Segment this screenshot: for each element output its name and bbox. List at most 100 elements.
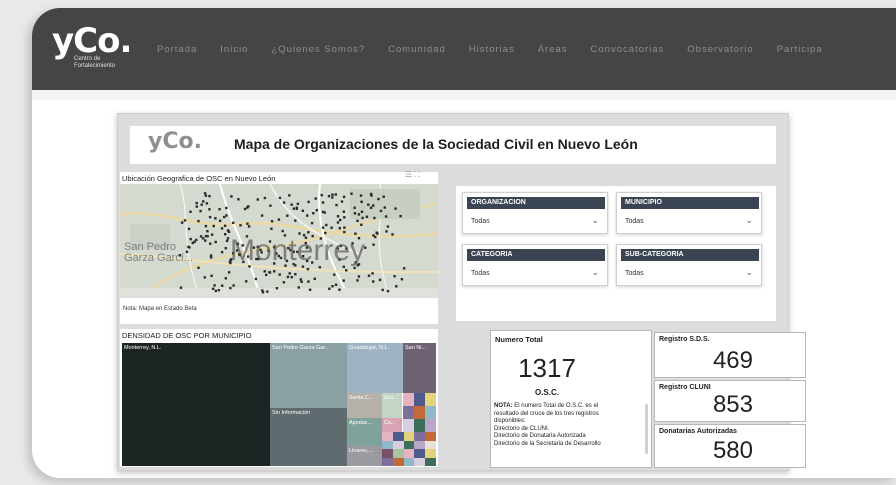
osc-location-marker[interactable]	[270, 220, 274, 223]
osc-location-marker[interactable]	[203, 192, 207, 195]
osc-location-marker[interactable]	[273, 270, 276, 273]
osc-location-marker[interactable]	[307, 280, 310, 283]
osc-location-marker[interactable]	[299, 278, 302, 281]
osc-location-marker[interactable]	[356, 279, 359, 282]
osc-location-marker[interactable]	[292, 207, 295, 210]
osc-location-marker[interactable]	[353, 212, 357, 215]
osc-location-marker[interactable]	[369, 206, 373, 209]
osc-location-marker[interactable]	[209, 242, 212, 245]
treemap-small-tile[interactable]	[414, 449, 426, 458]
filter-municipio[interactable]: MUNICIPIO Todas ⌄	[616, 192, 762, 234]
osc-location-marker[interactable]	[307, 200, 310, 204]
osc-location-marker[interactable]	[308, 288, 312, 291]
osc-location-marker[interactable]	[372, 280, 375, 283]
osc-location-marker[interactable]	[218, 208, 221, 211]
osc-location-marker[interactable]	[343, 216, 346, 219]
osc-location-marker[interactable]	[321, 201, 325, 204]
filter-subcategoria[interactable]: SUB-CATEGORIA Todas ⌄	[616, 244, 762, 286]
treemap-tile[interactable]: Ca...	[382, 418, 402, 432]
treemap-small-tile[interactable]	[414, 440, 426, 449]
osc-location-marker[interactable]	[205, 202, 209, 205]
osc-location-marker[interactable]	[245, 280, 248, 283]
osc-location-marker[interactable]	[301, 209, 304, 212]
osc-location-marker[interactable]	[208, 194, 211, 198]
osc-location-marker[interactable]	[325, 223, 328, 227]
osc-location-marker[interactable]	[391, 233, 394, 236]
treemap-small-tile[interactable]	[382, 432, 393, 441]
treemap-small-tile[interactable]	[425, 440, 436, 449]
treemap-small-tile[interactable]	[382, 449, 393, 458]
osc-location-marker[interactable]	[277, 218, 281, 221]
nota-scrollbar[interactable]	[645, 404, 648, 454]
treemap-small-tile[interactable]	[414, 419, 425, 432]
osc-location-marker[interactable]	[371, 272, 374, 275]
osc-location-marker[interactable]	[195, 201, 198, 205]
treemap-small-tile[interactable]	[425, 449, 436, 458]
treemap-small-tile[interactable]	[414, 457, 426, 466]
osc-location-marker[interactable]	[372, 243, 375, 246]
osc-map[interactable]: Monterrey San Pedro Garza Garcí...	[120, 184, 438, 298]
treemap-small-tile[interactable]	[403, 432, 415, 441]
osc-location-marker[interactable]	[213, 284, 216, 287]
treemap-small-tile[interactable]	[392, 449, 404, 458]
osc-location-marker[interactable]	[265, 273, 268, 277]
osc-location-marker[interactable]	[246, 206, 249, 209]
osc-location-marker[interactable]	[214, 217, 217, 220]
osc-location-marker[interactable]	[212, 224, 215, 228]
osc-location-marker[interactable]	[211, 287, 215, 290]
osc-location-marker[interactable]	[278, 273, 281, 276]
treemap-tile[interactable]: Linares,...	[347, 446, 382, 466]
osc-location-marker[interactable]	[204, 224, 208, 228]
treemap-small-tile[interactable]	[414, 393, 425, 406]
osc-location-marker[interactable]	[386, 289, 390, 293]
osc-location-marker[interactable]	[378, 278, 382, 282]
osc-location-marker[interactable]	[208, 208, 211, 211]
osc-location-marker[interactable]	[203, 276, 206, 279]
osc-location-marker[interactable]	[367, 203, 370, 206]
osc-location-marker[interactable]	[282, 281, 286, 284]
osc-location-marker[interactable]	[230, 195, 233, 198]
osc-location-marker[interactable]	[367, 274, 371, 277]
osc-location-marker[interactable]	[320, 193, 323, 197]
osc-location-marker[interactable]	[386, 225, 390, 228]
osc-location-marker[interactable]	[197, 266, 200, 269]
osc-location-marker[interactable]	[288, 272, 291, 275]
osc-location-marker[interactable]	[290, 276, 293, 279]
osc-location-marker[interactable]	[342, 210, 345, 213]
osc-location-marker[interactable]	[237, 198, 240, 201]
osc-location-marker[interactable]	[328, 287, 331, 290]
osc-location-marker[interactable]	[268, 271, 271, 274]
osc-location-marker[interactable]	[232, 284, 235, 287]
osc-location-marker[interactable]	[189, 210, 192, 213]
osc-location-marker[interactable]	[288, 194, 291, 197]
osc-location-marker[interactable]	[220, 227, 224, 230]
osc-location-marker[interactable]	[357, 275, 361, 278]
chevron-down-icon[interactable]: ⌄	[745, 267, 753, 278]
osc-location-marker[interactable]	[360, 210, 364, 213]
osc-location-marker[interactable]	[217, 289, 220, 292]
osc-location-marker[interactable]	[315, 209, 318, 212]
osc-location-marker[interactable]	[202, 200, 205, 203]
osc-location-marker[interactable]	[356, 219, 359, 222]
treemap-small-tile[interactable]	[403, 419, 414, 432]
osc-location-marker[interactable]	[399, 214, 402, 218]
osc-location-marker[interactable]	[372, 204, 375, 207]
osc-location-marker[interactable]	[286, 275, 290, 279]
osc-location-marker[interactable]	[286, 214, 289, 217]
osc-location-marker[interactable]	[218, 219, 222, 222]
osc-location-marker[interactable]	[189, 237, 192, 241]
osc-location-marker[interactable]	[331, 285, 334, 288]
osc-location-marker[interactable]	[310, 221, 314, 225]
osc-location-marker[interactable]	[342, 279, 345, 282]
nav-item-portada[interactable]: Portada	[157, 44, 197, 55]
osc-location-marker[interactable]	[382, 195, 385, 198]
treemap-small-tile[interactable]	[392, 432, 404, 441]
osc-location-marker[interactable]	[221, 284, 224, 287]
osc-location-marker[interactable]	[227, 271, 231, 274]
osc-location-marker[interactable]	[223, 215, 226, 219]
treemap-small-tile[interactable]	[425, 432, 436, 441]
nav-item-observatorio[interactable]: Observatorio	[687, 44, 753, 55]
osc-location-marker[interactable]	[243, 207, 247, 211]
osc-location-marker[interactable]	[266, 290, 269, 293]
osc-location-marker[interactable]	[359, 194, 363, 197]
